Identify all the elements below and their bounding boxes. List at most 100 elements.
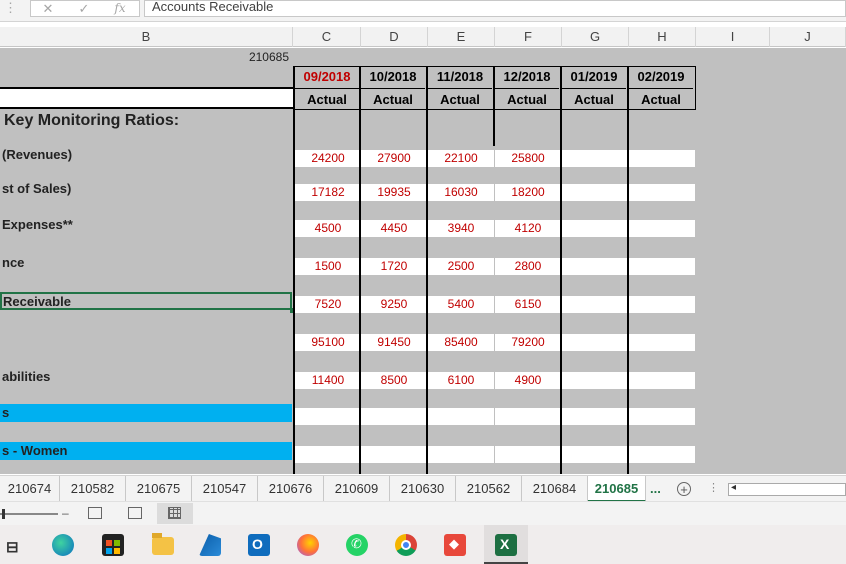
header-actual-cell[interactable]: Actual [428, 88, 492, 109]
value-cell[interactable]: 4900 [495, 372, 561, 389]
header-actual-cell[interactable]: Actual [562, 88, 626, 109]
col-header-j[interactable]: J [770, 27, 846, 47]
page-break-view-icon[interactable] [88, 507, 102, 519]
value-cell[interactable] [562, 150, 628, 167]
value-cell[interactable] [629, 258, 695, 275]
row-label[interactable]: s - Women [0, 442, 292, 460]
header-actual-cell[interactable]: Actual [629, 88, 693, 109]
sheet-tab[interactable]: 210674 [0, 476, 60, 502]
value-cell[interactable] [361, 408, 427, 425]
value-cell[interactable] [562, 220, 628, 237]
value-cell[interactable] [495, 408, 561, 425]
sheet-tab[interactable]: 210676 [258, 476, 324, 502]
value-cell[interactable] [295, 408, 361, 425]
excel-icon[interactable]: X [495, 534, 517, 556]
row-label[interactable]: Receivable [0, 292, 292, 310]
outlook-icon[interactable]: O [248, 534, 270, 556]
header-month-cell[interactable]: 02/2019 [629, 67, 693, 87]
sheet-tab[interactable]: 210582 [60, 476, 126, 502]
value-cell[interactable] [562, 184, 628, 201]
value-cell[interactable]: 25800 [495, 150, 561, 167]
value-cell[interactable] [629, 446, 695, 463]
more-tabs[interactable]: ... [650, 476, 661, 502]
sheet-tab[interactable]: 210685 [588, 476, 646, 502]
col-header-f[interactable]: F [495, 27, 562, 47]
worksheet-grid[interactable]: 210685 Key Monitoring Ratios: 09/2018 Act… [0, 48, 846, 474]
value-cell[interactable]: 27900 [361, 150, 427, 167]
zoom-thumb[interactable] [2, 509, 5, 519]
value-cell[interactable]: 17182 [295, 184, 361, 201]
scroll-left-icon[interactable]: ◂ [731, 482, 736, 493]
header-month-cell[interactable]: 11/2018 [428, 67, 492, 87]
value-cell[interactable]: 4500 [295, 220, 361, 237]
header-month-cell[interactable]: 12/2018 [495, 67, 559, 87]
col-header-e[interactable]: E [428, 27, 495, 47]
header-actual-cell[interactable]: Actual [495, 88, 559, 109]
value-cell[interactable] [562, 446, 628, 463]
value-cell[interactable] [495, 446, 561, 463]
row-label[interactable]: nce [0, 254, 292, 272]
cell-b-header-blank[interactable] [0, 87, 293, 109]
value-cell[interactable] [562, 334, 628, 351]
zoom-out-icon[interactable]: – [62, 506, 69, 520]
value-cell[interactable]: 1500 [295, 258, 361, 275]
value-cell[interactable] [562, 372, 628, 389]
value-cell[interactable] [629, 220, 695, 237]
sheet-tab[interactable]: 210684 [522, 476, 588, 502]
value-cell[interactable] [428, 408, 494, 425]
value-cell[interactable]: 2800 [495, 258, 561, 275]
value-cell[interactable]: 11400 [295, 372, 361, 389]
value-cell[interactable]: 4450 [361, 220, 427, 237]
value-cell[interactable]: 6100 [428, 372, 494, 389]
value-cell[interactable]: 3940 [428, 220, 494, 237]
value-cell[interactable]: 95100 [295, 334, 361, 351]
value-cell[interactable] [295, 446, 361, 463]
git-icon[interactable]: ◆ [444, 534, 466, 556]
chrome-icon[interactable] [395, 534, 417, 556]
row-label[interactable]: abilities [0, 368, 292, 386]
value-cell[interactable]: 4120 [495, 220, 561, 237]
row-label[interactable]: st of Sales) [0, 180, 292, 198]
col-header-i[interactable]: I [696, 27, 770, 47]
value-cell[interactable]: 6150 [495, 296, 561, 313]
value-cell[interactable] [562, 408, 628, 425]
task-view-icon[interactable]: ⊟ [6, 538, 19, 556]
zoom-slider[interactable] [0, 513, 58, 515]
store-icon[interactable] [102, 534, 124, 556]
page-layout-view-icon[interactable] [128, 507, 142, 519]
value-cell[interactable]: 1720 [361, 258, 427, 275]
col-header-d[interactable]: D [361, 27, 428, 47]
value-cell[interactable]: 8500 [361, 372, 427, 389]
value-cell[interactable]: 5400 [428, 296, 494, 313]
sheet-tab[interactable]: 210547 [192, 476, 258, 502]
sheet-tab[interactable]: 210675 [126, 476, 192, 502]
sheet-tab[interactable]: 210630 [390, 476, 456, 502]
excel-taskbar-slot[interactable]: X [484, 525, 528, 564]
sheet-tab[interactable]: 210609 [324, 476, 390, 502]
enter-icon[interactable]: ✓ [75, 2, 93, 15]
col-header-g[interactable]: G [562, 27, 629, 47]
header-month-cell[interactable]: 10/2018 [361, 67, 425, 87]
value-cell[interactable] [428, 446, 494, 463]
col-header-b[interactable]: B [0, 27, 293, 47]
normal-view-button[interactable] [157, 503, 193, 524]
cancel-icon[interactable]: ✕ [39, 2, 57, 15]
add-sheet-icon[interactable]: + [677, 482, 691, 496]
firefox-icon[interactable] [297, 534, 319, 556]
whatsapp-icon[interactable]: ✆ [346, 534, 368, 556]
value-cell[interactable] [629, 372, 695, 389]
insert-function-icon[interactable]: fx [111, 2, 129, 15]
row-label[interactable]: s [0, 404, 292, 422]
value-cell[interactable]: 19935 [361, 184, 427, 201]
value-cell[interactable] [629, 334, 695, 351]
value-cell[interactable]: 79200 [495, 334, 561, 351]
value-cell[interactable]: 2500 [428, 258, 494, 275]
cell-b-top[interactable]: 210685 [0, 48, 293, 66]
value-cell[interactable]: 16030 [428, 184, 494, 201]
value-cell[interactable]: 22100 [428, 150, 494, 167]
value-cell[interactable]: 7520 [295, 296, 361, 313]
value-cell[interactable] [629, 408, 695, 425]
value-cell[interactable]: 85400 [428, 334, 494, 351]
edge-icon[interactable] [52, 534, 74, 556]
horizontal-scrollbar[interactable]: ◂ [728, 482, 846, 496]
